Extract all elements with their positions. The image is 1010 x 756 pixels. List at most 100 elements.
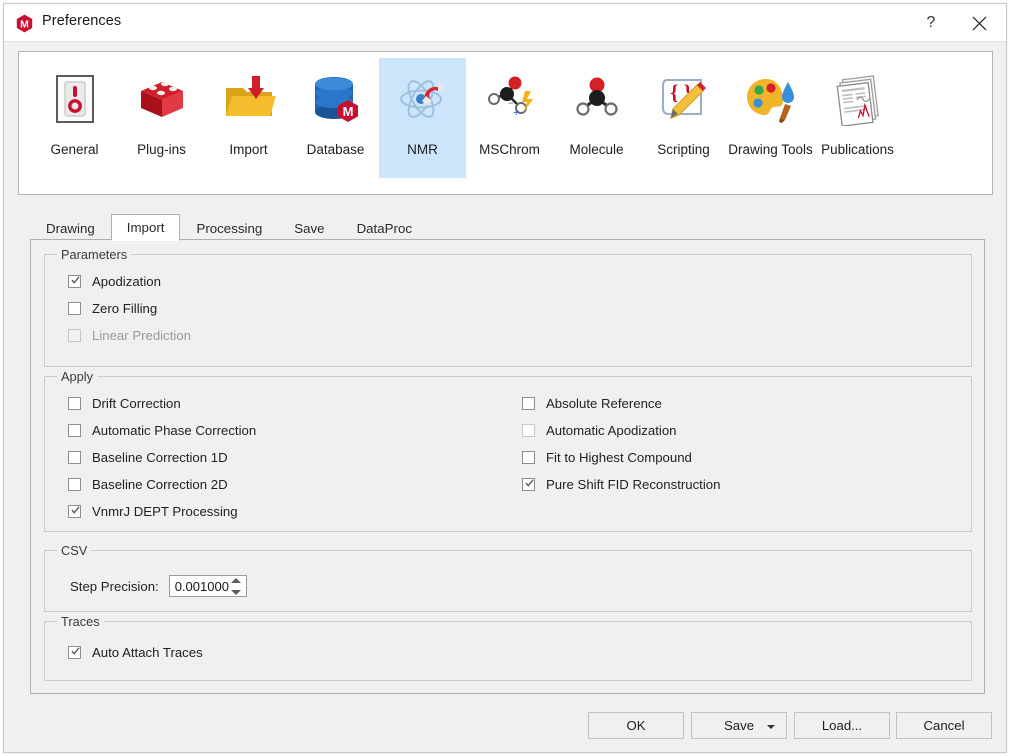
tab-processing[interactable]: Processing xyxy=(180,215,278,240)
tab-dataproc[interactable]: DataProc xyxy=(341,215,428,240)
checkbox-zero-filling[interactable]: Zero Filling xyxy=(68,301,157,316)
title-bar: M Preferences ? xyxy=(4,4,1006,42)
checkbox-label: Automatic Apodization xyxy=(546,423,677,438)
tab-import[interactable]: Import xyxy=(110,214,181,241)
category-general-label: General xyxy=(50,142,99,157)
tab-drawing-label: Drawing xyxy=(46,220,95,236)
cancel-button-label: Cancel xyxy=(923,718,965,733)
checkbox-label: Apodization xyxy=(92,274,161,289)
save-button-label: Save xyxy=(723,718,755,733)
csv-group: CSV Step Precision: 0.001000 xyxy=(44,543,972,612)
save-button[interactable]: Save xyxy=(691,712,787,739)
documents-icon xyxy=(826,67,890,131)
checkbox-box xyxy=(68,424,81,437)
tab-dataproc-label: DataProc xyxy=(356,220,412,236)
category-toolbar: General Plug-ins Import M Database NMR −… xyxy=(18,51,993,195)
chevron-down-icon[interactable] xyxy=(767,725,775,729)
category-publications[interactable]: Publications xyxy=(814,58,901,178)
checkbox-label: VnmrJ DEPT Processing xyxy=(92,504,238,519)
checkbox-baseline-correction-1d[interactable]: Baseline Correction 1D xyxy=(68,450,228,465)
checkbox-box xyxy=(68,451,81,464)
category-import-label: Import xyxy=(229,142,268,157)
checkbox-apodization[interactable]: Apodization xyxy=(68,274,161,289)
palette-brush-icon xyxy=(739,67,803,131)
parameters-group-label: Parameters xyxy=(57,247,132,262)
checkbox-label: Pure Shift FID Reconstruction xyxy=(546,477,721,492)
checkbox-box xyxy=(522,397,535,410)
checkbox-linear-prediction: Linear Prediction xyxy=(68,328,191,343)
category-nmr[interactable]: NMR xyxy=(379,58,466,178)
checkbox-fit-to-highest-compound[interactable]: Fit to Highest Compound xyxy=(522,450,692,465)
tab-processing-label: Processing xyxy=(196,220,263,236)
check-icon xyxy=(71,276,80,284)
category-plugins-label: Plug-ins xyxy=(137,142,186,157)
dialog-footer: OK Save Load... Cancel xyxy=(4,712,1006,740)
preferences-dialog: M Preferences ? General Plug-ins Import … xyxy=(3,3,1007,753)
tab-save-label: Save xyxy=(294,220,325,236)
category-nmr-label: NMR xyxy=(407,142,438,157)
check-icon xyxy=(71,506,80,514)
checkbox-auto-attach-traces[interactable]: Auto Attach Traces xyxy=(68,645,203,660)
mnova-logo-icon: M xyxy=(15,14,34,33)
category-plugins[interactable]: Plug-ins xyxy=(118,58,205,178)
checkbox-box xyxy=(68,397,81,410)
step-precision-value: 0.001000 xyxy=(174,578,229,594)
category-scripting[interactable]: { } Scripting xyxy=(640,58,727,178)
category-import[interactable]: Import xyxy=(205,58,292,178)
category-mschrom[interactable]: − + MSChrom xyxy=(466,58,553,178)
svg-text:M: M xyxy=(342,104,353,119)
traces-group-label: Traces xyxy=(57,614,104,629)
step-precision-stepper[interactable]: 0.001000 xyxy=(168,575,247,597)
tab-bar: Drawing Import Processing Save DataProc xyxy=(30,214,428,241)
checkbox-box xyxy=(68,275,81,288)
tab-save[interactable]: Save xyxy=(278,215,340,240)
close-button[interactable] xyxy=(956,4,1002,42)
cancel-button[interactable]: Cancel xyxy=(896,712,992,739)
svg-text:M: M xyxy=(20,18,29,30)
category-molecule[interactable]: Molecule xyxy=(553,58,640,178)
checkbox-box xyxy=(522,424,535,437)
category-general[interactable]: General xyxy=(31,58,118,178)
check-icon xyxy=(525,479,534,487)
step-precision-label: Step Precision: xyxy=(70,578,159,594)
checkbox-box xyxy=(68,302,81,315)
checkbox-box xyxy=(68,505,81,518)
stepper-down-icon[interactable] xyxy=(231,590,242,595)
category-database-label: Database xyxy=(306,142,365,157)
stepper-arrows[interactable] xyxy=(231,578,242,595)
apply-group: Apply Drift Correction Automatic Phase C… xyxy=(44,369,972,532)
category-database[interactable]: M Database xyxy=(292,58,379,178)
window-title: Preferences xyxy=(42,13,122,29)
category-publications-label: Publications xyxy=(821,142,894,157)
checkbox-automatic-apodization[interactable]: Automatic Apodization xyxy=(522,423,677,438)
checkbox-box xyxy=(522,478,535,491)
tab-import-label: Import xyxy=(126,220,165,235)
load-button[interactable]: Load... xyxy=(794,712,890,739)
nmr-atom-magnet-icon xyxy=(391,67,455,131)
database-icon: M xyxy=(304,67,368,131)
power-switch-icon xyxy=(43,67,107,131)
ok-button-label: OK xyxy=(626,718,646,733)
molecule-icon xyxy=(565,67,629,131)
checkbox-label: Auto Attach Traces xyxy=(92,645,203,660)
checkbox-drift-correction[interactable]: Drift Correction xyxy=(68,396,181,411)
checkbox-label: Baseline Correction 1D xyxy=(92,450,228,465)
checkbox-absolute-reference[interactable]: Absolute Reference xyxy=(522,396,662,411)
checkbox-label: Absolute Reference xyxy=(546,396,662,411)
checkbox-vnmrj-dept-processing[interactable]: VnmrJ DEPT Processing xyxy=(68,504,238,519)
checkbox-label: Baseline Correction 2D xyxy=(92,477,228,492)
help-button[interactable]: ? xyxy=(908,4,954,42)
checkbox-automatic-phase-correction[interactable]: Automatic Phase Correction xyxy=(68,423,256,438)
checkbox-label: Zero Filling xyxy=(92,301,158,316)
checkbox-pure-shift-fid-reconstruction[interactable]: Pure Shift FID Reconstruction xyxy=(522,477,720,492)
apply-group-label: Apply xyxy=(57,369,98,384)
traces-group: Traces Auto Attach Traces xyxy=(44,614,972,681)
svg-text:+: + xyxy=(513,107,519,119)
ok-button[interactable]: OK xyxy=(588,712,684,739)
checkbox-label: Drift Correction xyxy=(92,396,181,411)
check-icon xyxy=(71,647,80,655)
stepper-up-icon[interactable] xyxy=(231,578,242,583)
tab-drawing[interactable]: Drawing xyxy=(30,215,111,240)
category-drawing-tools[interactable]: Drawing Tools xyxy=(727,58,814,178)
checkbox-baseline-correction-2d[interactable]: Baseline Correction 2D xyxy=(68,477,228,492)
